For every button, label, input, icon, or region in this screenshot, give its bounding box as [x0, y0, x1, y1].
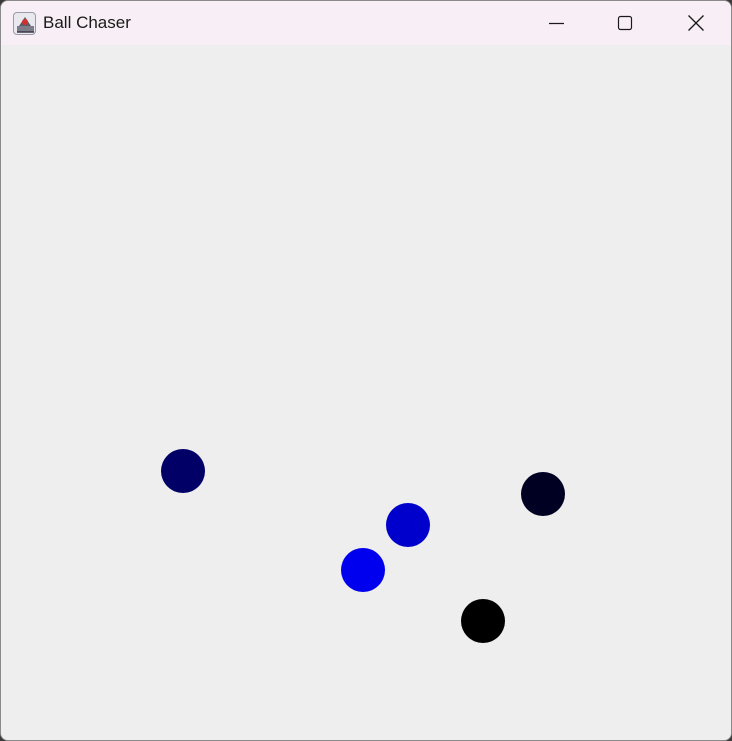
title-bar[interactable]: Ball Chaser	[1, 1, 731, 45]
ball-5	[461, 599, 505, 643]
game-canvas[interactable]	[1, 45, 731, 740]
window-title: Ball Chaser	[43, 13, 131, 32]
minimize-button[interactable]	[533, 1, 579, 45]
ball-3	[386, 503, 430, 547]
app-window: Ball Chaser	[0, 0, 732, 741]
ball-2	[521, 472, 565, 516]
maximize-button[interactable]	[602, 1, 648, 45]
ball-1	[161, 449, 205, 493]
ball-4	[341, 548, 385, 592]
minimize-icon	[549, 22, 564, 25]
java-app-icon[interactable]	[13, 12, 36, 35]
maximize-icon	[617, 15, 633, 31]
close-icon	[688, 15, 704, 31]
close-button[interactable]	[672, 1, 718, 45]
